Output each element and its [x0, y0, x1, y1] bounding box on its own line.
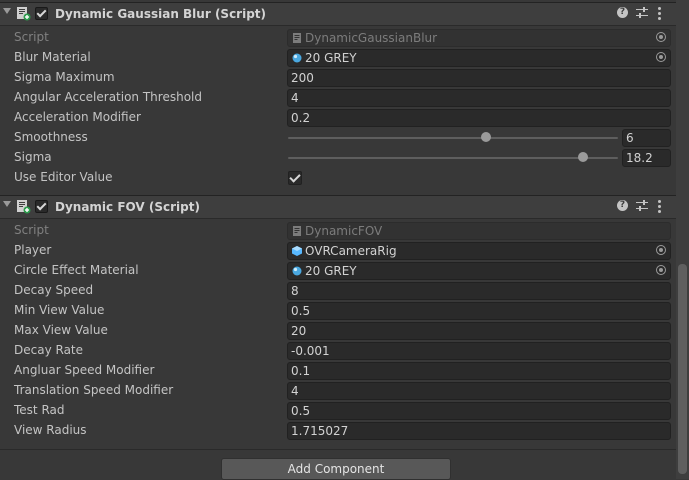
field-label: Script	[14, 30, 49, 44]
view-radius-field[interactable]: 1.715027	[287, 422, 671, 440]
field-row-angluar-speed-modifier: Angluar Speed Modifier 0.1	[0, 361, 676, 381]
field-row-circle-effect-material: Circle Effect Material 20 GREY	[0, 261, 676, 281]
sigma-maximum-field[interactable]: 200	[287, 69, 671, 87]
circle-effect-material-field[interactable]: 20 GREY	[287, 262, 671, 280]
component-title: Dynamic FOV (Script)	[55, 200, 200, 214]
translation-speed-modifier-field[interactable]: 4	[287, 382, 671, 400]
player-field[interactable]: OVRCameraRig	[287, 242, 671, 260]
object-picker-icon[interactable]	[656, 245, 666, 255]
script-component-icon	[17, 200, 31, 214]
help-icon[interactable]: ?	[617, 200, 628, 211]
check-icon	[36, 7, 47, 18]
check-icon	[289, 171, 301, 183]
field-row-player: Player OVRCameraRig	[0, 241, 676, 261]
foldout-arrow-icon[interactable]	[3, 201, 11, 207]
smoothness-slider-thumb[interactable]	[481, 132, 491, 142]
decay-speed-field[interactable]: 8	[287, 282, 671, 300]
foldout-arrow-icon[interactable]	[3, 8, 11, 14]
field-row-use-editor-value: Use Editor Value	[0, 168, 676, 188]
field-row-sigma-maximum: Sigma Maximum 200	[0, 68, 676, 88]
field-row-test-rad: Test Rad 0.5	[0, 401, 676, 421]
component-header-gaussian-blur[interactable]: Dynamic Gaussian Blur (Script) ?	[0, 2, 676, 26]
divider	[0, 449, 676, 450]
field-label: Blur Material	[14, 50, 91, 64]
field-label: Decay Rate	[14, 343, 84, 357]
help-icon[interactable]: ?	[617, 7, 628, 18]
smoothness-value-field[interactable]: 6	[622, 129, 671, 147]
material-icon	[292, 53, 302, 63]
blur-material-field[interactable]: 20 GREY	[287, 49, 671, 67]
use-editor-value-checkbox[interactable]	[288, 171, 302, 185]
add-component-button[interactable]: Add Component	[221, 458, 451, 480]
script-component-icon	[17, 7, 31, 21]
check-icon	[36, 200, 47, 211]
field-row-min-view-value: Min View Value 0.5	[0, 301, 676, 321]
field-row-script: Script DynamicGaussianBlur	[0, 28, 676, 48]
angular-acceleration-threshold-field[interactable]: 4	[287, 89, 671, 107]
field-row-max-view-value: Max View Value 20	[0, 321, 676, 341]
min-view-value-field[interactable]: 0.5	[287, 302, 671, 320]
material-icon	[292, 266, 302, 276]
prefab-icon	[292, 246, 302, 256]
field-label: Angluar Speed Modifier	[14, 363, 155, 377]
field-label: Decay Speed	[14, 283, 94, 297]
field-row-blur-material: Blur Material 20 GREY	[0, 48, 676, 68]
component-enabled-checkbox[interactable]	[35, 200, 48, 213]
angluar-speed-modifier-field[interactable]: 0.1	[287, 362, 671, 380]
component-enabled-checkbox[interactable]	[35, 7, 48, 20]
field-label: Test Rad	[14, 403, 65, 417]
field-value: DynamicFOV	[305, 224, 383, 238]
preset-icon[interactable]	[636, 200, 648, 212]
field-label: Smoothness	[14, 130, 88, 144]
field-label: Acceleration Modifier	[14, 110, 141, 124]
field-label: Circle Effect Material	[14, 263, 139, 277]
field-row-sigma: Sigma 18.2	[0, 148, 676, 168]
field-row-angular-acceleration-threshold: Angular Acceleration Threshold 4	[0, 88, 676, 108]
field-row-decay-rate: Decay Rate -0.001	[0, 341, 676, 361]
test-rad-field[interactable]: 0.5	[287, 402, 671, 420]
sigma-slider-thumb[interactable]	[578, 152, 589, 162]
kebab-menu-icon[interactable]	[658, 7, 662, 20]
component-header-dynamic-fov[interactable]: Dynamic FOV (Script) ?	[0, 195, 676, 219]
field-row-decay-speed: Decay Speed 8	[0, 281, 676, 301]
smoothness-slider-track[interactable]	[288, 137, 618, 139]
component-title: Dynamic Gaussian Blur (Script)	[55, 7, 267, 21]
acceleration-modifier-field[interactable]: 0.2	[287, 109, 671, 127]
kebab-menu-icon[interactable]	[658, 200, 662, 213]
field-label: Sigma Maximum	[14, 70, 115, 84]
field-label: Min View Value	[14, 303, 105, 317]
field-row-translation-speed-modifier: Translation Speed Modifier 4	[0, 381, 676, 401]
field-value: DynamicGaussianBlur	[305, 31, 438, 45]
field-label: Translation Speed Modifier	[14, 383, 174, 397]
preset-icon[interactable]	[636, 7, 648, 19]
field-label: Script	[14, 223, 49, 237]
field-label: Use Editor Value	[14, 170, 113, 184]
script-file-icon	[293, 226, 301, 236]
field-value: 20 GREY	[305, 51, 357, 65]
field-row-script: Script DynamicFOV	[0, 221, 676, 241]
field-row-view-radius: View Radius 1.715027	[0, 421, 676, 441]
field-row-acceleration-modifier: Acceleration Modifier 0.2	[0, 108, 676, 128]
script-field: DynamicGaussianBlur	[287, 29, 671, 47]
object-picker-icon[interactable]	[656, 265, 666, 275]
field-label: Max View Value	[14, 323, 108, 337]
field-label: View Radius	[14, 423, 87, 437]
script-file-icon	[293, 33, 301, 43]
field-label: Player	[14, 243, 52, 257]
object-picker-icon	[656, 32, 666, 42]
scrollbar-thumb[interactable]	[678, 264, 687, 474]
field-label: Angular Acceleration Threshold	[14, 90, 202, 104]
field-value: OVRCameraRig	[305, 244, 397, 258]
field-row-smoothness: Smoothness 6	[0, 128, 676, 148]
sigma-value-field[interactable]: 18.2	[622, 149, 671, 167]
field-value: 20 GREY	[305, 264, 357, 278]
sigma-slider-track[interactable]	[288, 157, 618, 159]
object-picker-icon[interactable]	[656, 52, 666, 62]
decay-rate-field[interactable]: -0.001	[287, 342, 671, 360]
max-view-value-field[interactable]: 20	[287, 322, 671, 340]
field-label: Sigma	[14, 150, 52, 164]
script-field: DynamicFOV	[287, 222, 671, 240]
